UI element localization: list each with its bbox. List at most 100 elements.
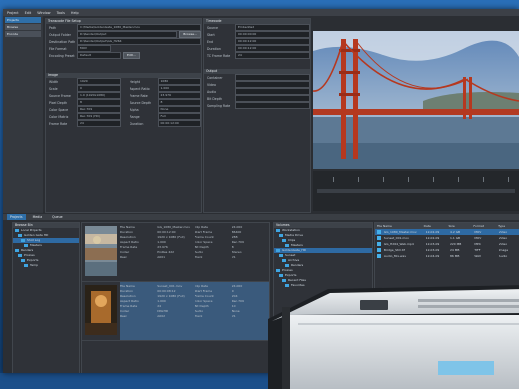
image-field-value[interactable]: 1920 — [77, 78, 121, 85]
folder-icon — [15, 248, 19, 252]
tab-projects[interactable]: Projects — [7, 214, 26, 220]
clip-row-1[interactable]: File Name GG_1080_Master.mov Clip Rate 24.0… — [82, 223, 269, 282]
file-path-field[interactable]: C:\Media\GoldenGate_1080_Master.mov — [77, 24, 201, 31]
image-field-row: Color Space Rec.709 — [46, 106, 121, 113]
tab-media[interactable]: Media — [30, 214, 46, 220]
image-field-row: Frame Rate 23.976 — [127, 92, 201, 99]
image-field-row: Aspect Ratio 1.000 — [127, 85, 201, 92]
output-value[interactable] — [235, 81, 310, 88]
tree-node-label: GoldenGate_HD — [282, 248, 306, 252]
timecode-value[interactable]: 00:00:12:00 — [235, 45, 310, 52]
preset-field[interactable]: Default — [77, 52, 121, 59]
image-field-value[interactable]: 8 — [157, 99, 201, 106]
tree-node-label: Local Projects — [21, 228, 42, 232]
tree-node-label: Proxies — [282, 268, 293, 272]
timeline-track[interactable] — [317, 189, 515, 193]
output-folder-field[interactable]: D:\Render\Output — [77, 31, 178, 38]
image-field-row: Height 1080 — [127, 78, 201, 85]
image-field-value[interactable]: None — [157, 106, 201, 113]
timecode-value[interactable]: Embedded — [235, 24, 310, 31]
format-field[interactable]: MOV — [77, 45, 111, 52]
image-field-label: Range — [129, 114, 140, 119]
output-value[interactable] — [235, 95, 310, 102]
output-value[interactable] — [235, 102, 310, 109]
video-preview[interactable] — [312, 31, 519, 169]
destination-field[interactable]: D:\Render\Output\GG_H264 — [77, 38, 201, 45]
image-field-value[interactable]: 1.0 (1920x1080) — [77, 92, 121, 99]
output-value[interactable] — [235, 88, 310, 95]
tree-node-label: Archive — [288, 258, 300, 262]
output-label: Audio — [207, 89, 217, 94]
folder-icon — [21, 238, 25, 242]
image-field-value[interactable]: 0 — [77, 85, 121, 92]
tree-node-label: Renders — [291, 263, 304, 267]
image-field-label: Duration — [129, 121, 144, 126]
image-field-label: Frame Rate — [129, 93, 148, 98]
bottom-tabs: Projects Media Queue — [3, 214, 519, 220]
timecode-row: TC Frame Rate 24 — [204, 52, 310, 59]
image-field-label: Aspect Ratio — [129, 86, 150, 91]
image-field-row: Alpha None — [127, 106, 201, 113]
image-field-value[interactable]: 8 — [77, 99, 121, 106]
image-field-value[interactable]: Rec.709 (HD) — [77, 113, 121, 120]
preset-label: Encoding Preset — [49, 53, 75, 58]
image-field-row: Duration 00:00:12:00 — [127, 120, 201, 127]
browse-tree-panel: Browse Bin Local Projects Golden Gate HD S… — [12, 222, 80, 373]
file-icon — [377, 254, 381, 258]
menu-edit[interactable]: Edit — [25, 11, 32, 15]
timecode-label: Source — [207, 25, 218, 30]
format-label: File Format — [49, 46, 67, 51]
timecode-value[interactable]: 00:00:00:00 — [235, 31, 310, 38]
image-field-value[interactable]: 24 — [77, 120, 121, 127]
output-label: Bit Depth — [207, 96, 223, 101]
menu-help[interactable]: Help — [71, 11, 79, 15]
menu-tools[interactable]: Tools — [57, 11, 65, 15]
timeline-scrubber[interactable] — [313, 171, 519, 211]
image-field-row: Range Full — [127, 113, 201, 120]
destination-label: Destination Path — [49, 39, 75, 44]
image-field-value[interactable]: 1080 — [157, 78, 201, 85]
clip-thumbnail-1[interactable] — [85, 226, 117, 276]
menu-project[interactable]: Project — [7, 11, 19, 15]
timecode-value[interactable]: 00:00:12:00 — [235, 38, 310, 45]
browse-button[interactable]: Browse... — [179, 31, 201, 38]
timecode-row: Duration 00:00:12:00 — [204, 45, 310, 52]
image-field-row: Frame Rate 24 — [46, 120, 121, 127]
clip-metadata-panel: File Name GG_1080_Master.mov Clip Rate 24.0… — [81, 222, 270, 373]
image-field-value[interactable]: 00:00:12:00 — [157, 120, 201, 127]
rail-item-browse[interactable]: Browse — [5, 24, 41, 30]
image-field-value[interactable]: 23.976 — [157, 92, 201, 99]
folder-icon — [18, 253, 22, 257]
tab-queue[interactable]: Queue — [49, 214, 65, 220]
folder-icon — [15, 228, 19, 232]
timecode-panel: Timecode Source Embedded Start 00:00:00:00 E… — [203, 18, 311, 213]
menu-window[interactable]: Window — [37, 11, 50, 15]
output-value[interactable] — [235, 74, 310, 81]
rail-item-projects[interactable]: Projects — [5, 17, 41, 23]
timecode-row: Start 00:00:00:00 — [204, 31, 310, 38]
timecode-value[interactable]: 24 — [235, 52, 310, 59]
tree-node-label: Workstation — [282, 228, 300, 232]
image-field-value[interactable]: 1.000 — [157, 85, 201, 92]
rail-item-encode[interactable]: Encode — [5, 31, 41, 37]
file-icon — [377, 236, 381, 240]
image-field-label: Width — [49, 79, 59, 84]
file-icon — [377, 230, 381, 234]
file-list-row[interactable]: Audio_Mix.wav 12-04-09 86 MB WAV Audio — [375, 253, 519, 259]
image-field-label: Source Frame — [49, 93, 71, 98]
image-field-value[interactable]: Rec.709 — [77, 106, 121, 113]
clip-thumbnail-2[interactable] — [85, 285, 117, 335]
clip-row-2[interactable]: File Name Sunset_001.mov Clip Rate 24.000 Du… — [82, 282, 269, 341]
preset-edit-button[interactable]: Edit... — [123, 52, 140, 59]
output-rows: Container Video Audio Bit Depth Sampling Rat… — [204, 74, 310, 109]
tree-node[interactable]: Temp — [13, 263, 79, 268]
folder-icon — [282, 258, 286, 262]
left-rail: Projects Browse Encode — [3, 16, 43, 213]
folder-icon — [285, 243, 289, 247]
image-field-value[interactable]: Full — [157, 113, 201, 120]
image-field-label: Color Matrix — [49, 114, 69, 119]
tree-node-label: Golden Gate HD — [24, 233, 49, 237]
image-field-label: Pixel Depth — [49, 100, 68, 105]
file-label: Path — [49, 25, 57, 30]
timecode-rows: Source Embedded Start 00:00:00:00 End 00:00:1… — [204, 24, 310, 59]
